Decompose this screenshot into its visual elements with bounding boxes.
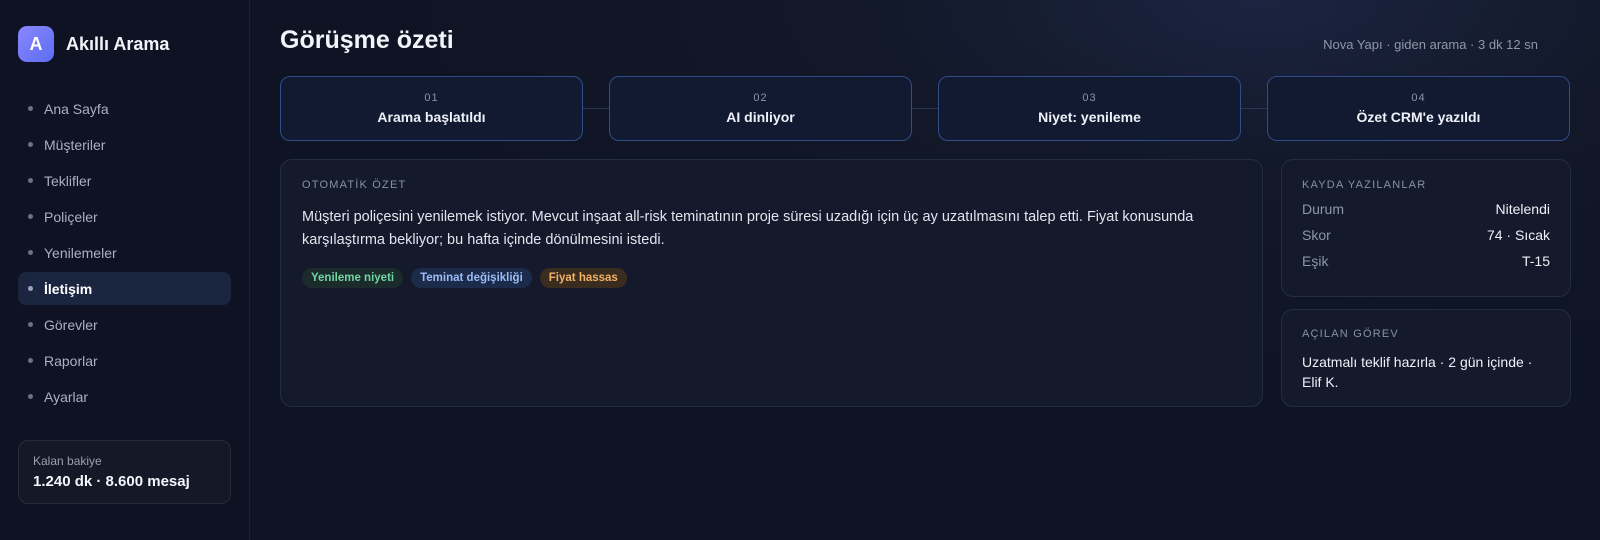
sidebar-item-label: Yenilemeler — [44, 244, 117, 261]
sidebar-item-label: Müşteriler — [44, 136, 106, 153]
auto-summary-card: OTOMATİK ÖZET Müşteri poliçesini yenilem… — [280, 159, 1263, 407]
sidebar-item-label: Raporlar — [44, 352, 98, 369]
sidebar: A Akıllı Arama Ana Sayfa Müşteriler Tekl… — [0, 0, 250, 540]
sidebar-item-label: Poliçeler — [44, 208, 98, 225]
bullet-icon — [28, 250, 33, 255]
bullet-icon — [28, 358, 33, 363]
task-text: Uzatmalı teklif hazırla · 2 gün içinde ·… — [1302, 354, 1533, 390]
sidebar-item-teklifler[interactable]: Teklifler — [18, 164, 231, 197]
sidebar-item-gorevler[interactable]: Görevler — [18, 308, 231, 341]
step-number: 02 — [753, 92, 768, 104]
call-progress-steps: 01 Arama başlatıldı 02 AI dinliyor 03 Ni… — [280, 76, 1570, 141]
sidebar-item-label: İletişim — [44, 280, 93, 297]
bullet-icon — [28, 106, 33, 111]
sidebar-item-label: Ana Sayfa — [44, 100, 109, 117]
sidebar-item-yenilemeler[interactable]: Yenilemeler — [18, 236, 231, 269]
section-label: AÇILAN GÖREV — [1302, 328, 1399, 340]
records-card: KAYDA YAZILANLAR Durum Nitelendi Skor 74… — [1281, 159, 1571, 297]
tag-coverage-change[interactable]: Teminat değişikliği — [411, 268, 532, 288]
bullet-icon — [28, 142, 33, 147]
balance-value: 1.240 dk · 8.600 mesaj — [33, 473, 190, 490]
record-key: Durum — [1302, 201, 1345, 217]
step-crm-written[interactable]: 04 Özet CRM'e yazıldı — [1267, 76, 1570, 141]
brand-logo: A — [18, 26, 54, 62]
sidebar-item-musteriler[interactable]: Müşteriler — [18, 128, 231, 161]
step-label: AI dinliyor — [726, 109, 795, 125]
bullet-icon — [28, 286, 33, 291]
opened-task-card[interactable]: AÇILAN GÖREV Uzatmalı teklif hazırla · 2… — [1281, 309, 1571, 407]
sidebar-item-label: Ayarlar — [44, 388, 89, 405]
step-label: Arama başlatıldı — [377, 109, 486, 125]
main-content: Görüşme özeti Nova Yapı · giden arama · … — [250, 0, 1600, 540]
bullet-icon — [28, 394, 33, 399]
record-value: Nitelendi — [1495, 201, 1550, 217]
sidebar-item-label: Görevler — [44, 316, 98, 333]
brand-name: Akıllı Arama — [66, 33, 170, 54]
sidebar-item-label: Teklifler — [44, 172, 92, 189]
app-window: A Akıllı Arama Ana Sayfa Müşteriler Tekl… — [0, 0, 1600, 540]
step-call-started[interactable]: 01 Arama başlatıldı — [280, 76, 583, 141]
step-number: 04 — [1411, 92, 1426, 104]
call-meta: Nova Yapı · giden arama · 3 dk 12 sn — [1323, 37, 1538, 52]
bullet-icon — [28, 178, 33, 183]
sidebar-item-policeler[interactable]: Poliçeler — [18, 200, 231, 233]
tag-renewal-intent[interactable]: Yenileme niyeti — [302, 268, 404, 288]
step-intent[interactable]: 03 Niyet: yenileme — [938, 76, 1241, 141]
step-label: Özet CRM'e yazıldı — [1356, 109, 1481, 125]
section-label: KAYDA YAZILANLAR — [1302, 179, 1427, 191]
step-number: 03 — [1082, 92, 1097, 104]
record-key: Eşik — [1302, 253, 1329, 269]
brand[interactable]: A Akıllı Arama — [18, 26, 169, 62]
balance-card: Kalan bakiye 1.240 dk · 8.600 mesaj — [18, 440, 231, 504]
sidebar-item-raporlar[interactable]: Raporlar — [18, 344, 231, 377]
summary-text: Müşteri poliçesini yenilemek istiyor. Me… — [302, 209, 1194, 248]
record-row: Skor 74 · Sıcak — [1302, 227, 1550, 243]
page-title: Görüşme özeti — [280, 26, 454, 54]
record-row: Durum Nitelendi — [1302, 201, 1550, 217]
balance-label: Kalan bakiye — [33, 454, 102, 468]
sidebar-item-iletisim[interactable]: İletişim — [18, 272, 231, 305]
record-key: Skor — [1302, 227, 1331, 243]
step-label: Niyet: yenileme — [1038, 109, 1141, 125]
step-number: 01 — [424, 92, 439, 104]
record-row: Eşik T-15 — [1302, 253, 1550, 269]
bullet-icon — [28, 322, 33, 327]
record-value: T-15 — [1521, 253, 1550, 269]
tag-list: Yenileme niyeti Teminat değişikliği Fiya… — [302, 268, 1241, 288]
record-value: 74 · Sıcak — [1486, 227, 1550, 243]
sidebar-item-ayarlar[interactable]: Ayarlar — [18, 380, 231, 413]
tag-price-sensitive[interactable]: Fiyat hassas — [539, 268, 627, 288]
bullet-icon — [28, 214, 33, 219]
sidebar-nav: Ana Sayfa Müşteriler Teklifler Poliçeler… — [18, 92, 231, 416]
section-label: OTOMATİK ÖZET — [302, 179, 407, 191]
step-ai-listening[interactable]: 02 AI dinliyor — [609, 76, 912, 141]
sidebar-item-ana-sayfa[interactable]: Ana Sayfa — [18, 92, 231, 125]
